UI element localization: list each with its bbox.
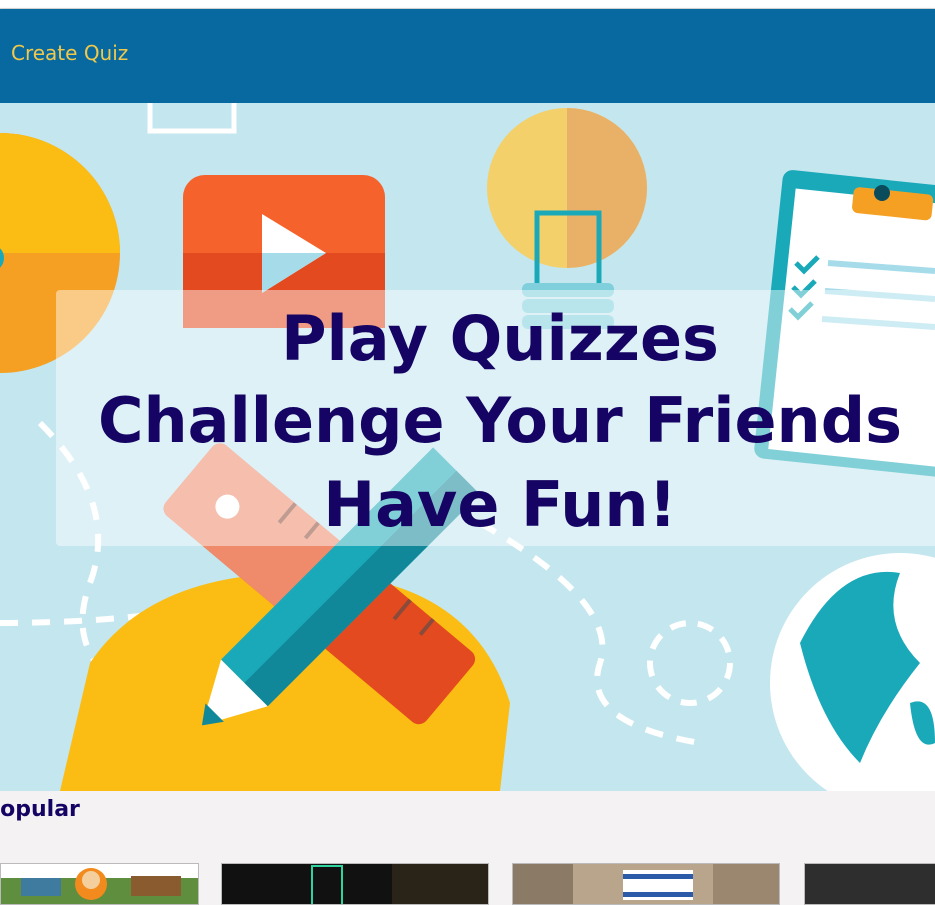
hero-banner: Play Quizzes Challenge Your Friends Have…: [0, 103, 935, 791]
quiz-card[interactable]: [804, 863, 935, 905]
create-quiz-link[interactable]: Create Quiz: [11, 41, 128, 65]
quiz-card[interactable]: [0, 863, 199, 905]
hero-line-challenge: Challenge Your Friends: [98, 384, 902, 457]
hero-line-have-fun: Have Fun!: [323, 468, 677, 541]
quiz-card-image: [1, 864, 198, 904]
quiz-card-image: [513, 864, 779, 904]
navbar: Create Quiz: [0, 9, 935, 103]
quiz-card[interactable]: [512, 863, 780, 905]
top-border: [0, 0, 935, 9]
quiz-card[interactable]: [221, 863, 489, 905]
quiz-card-image: [805, 864, 935, 904]
quiz-card-image: [311, 864, 488, 904]
hero-line-play-quizzes: Play Quizzes: [281, 302, 719, 375]
popular-section-title: Popular: [0, 797, 80, 822]
